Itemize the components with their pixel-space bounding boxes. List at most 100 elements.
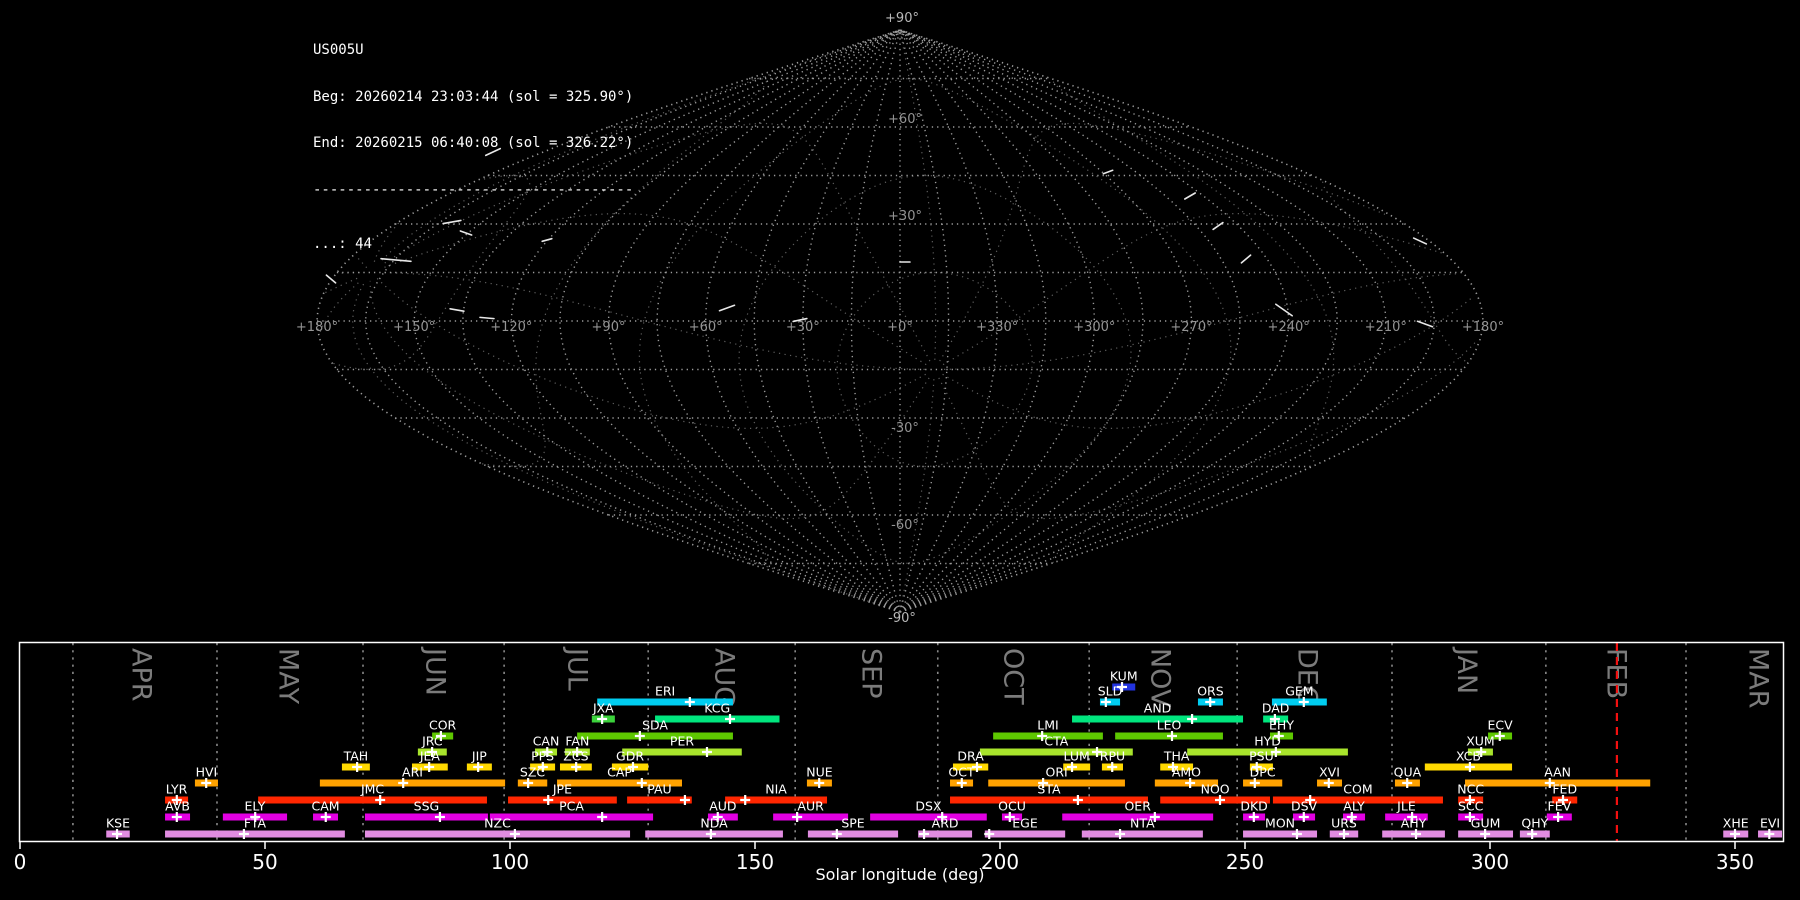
month-label: MAR: [1743, 648, 1774, 709]
shower-label-FEV: FEV: [1548, 799, 1572, 814]
longitude-label: +0°: [887, 320, 913, 335]
shower-label-JRC: JRC: [421, 734, 443, 749]
meteor-trail: [1103, 170, 1112, 173]
meridian-line: [754, 30, 900, 612]
shower-label-AAN: AAN: [1544, 765, 1571, 780]
shower-label-AND: AND: [1144, 701, 1172, 716]
shower-label-URS: URS: [1331, 816, 1357, 831]
shower-bar-DSX: [870, 814, 987, 821]
shower-bar-STA: [950, 797, 1148, 804]
shower-label-ERI: ERI: [655, 684, 675, 699]
shower-label-ELY: ELY: [245, 799, 266, 814]
month-label: SEP: [856, 648, 887, 698]
shower-bar-AUR: [773, 814, 848, 821]
x-axis-tick-label: 200: [981, 850, 1019, 874]
meteor-trail: [1276, 304, 1292, 315]
secondary-grid-line: [739, 176, 1131, 564]
shower-label-OER: OER: [1124, 799, 1151, 814]
shower-label-ECV: ECV: [1487, 718, 1513, 733]
meteor-trail: [480, 317, 494, 318]
shower-label-LUM: LUM: [1064, 749, 1090, 764]
shower-label-AMO: AMO: [1172, 765, 1201, 780]
month-label: JAN: [1451, 646, 1482, 694]
month-label: AUG: [709, 648, 740, 707]
shower-label-NUE: NUE: [806, 765, 832, 780]
meteor-trail: [1417, 321, 1432, 326]
shower-bar-ARI: [320, 780, 505, 787]
month-label: OCT: [998, 648, 1029, 705]
meteor-trail: [450, 309, 464, 311]
shower-label-DSV: DSV: [1291, 799, 1318, 814]
x-axis-tick-label: 300: [1471, 850, 1509, 874]
shower-label-SSG: SSG: [414, 799, 440, 814]
month-label: JUL: [562, 646, 593, 691]
shower-label-EHY: EHY: [1269, 718, 1294, 733]
longitude-label: +60°: [689, 320, 723, 335]
shower-label-ORS: ORS: [1197, 684, 1224, 699]
shower-label-COR: COR: [429, 718, 457, 733]
shower-label-HYD: HYD: [1254, 734, 1281, 749]
month-label: APR: [126, 648, 157, 702]
latitude-label: -60°: [891, 518, 919, 533]
secondary-grid-line: [376, 277, 926, 428]
longitude-label: +180°: [296, 320, 338, 335]
shower-bar-DPC: [1243, 780, 1282, 787]
shower-label-GEM: GEM: [1285, 684, 1313, 699]
shower-label-AHY: AHY: [1401, 816, 1427, 831]
shower-label-QHY: QHY: [1521, 816, 1548, 831]
secondary-grid-line: [381, 273, 925, 370]
shower-bar-JMC: [258, 797, 487, 804]
shower-bar-KCG: [655, 716, 779, 723]
meteor-trail: [1213, 223, 1223, 230]
meridian-line: [900, 30, 1192, 612]
latitude-label: -30°: [891, 421, 919, 436]
shower-bar-MON: [1243, 831, 1317, 838]
shower-label-GUM: GUM: [1471, 816, 1501, 831]
shower-bar-SDA: [577, 733, 733, 740]
shower-label-XVI: XVI: [1319, 765, 1340, 780]
shower-label-SDA: SDA: [642, 718, 668, 733]
longitude-label: +90°: [592, 320, 626, 335]
x-axis-tick-label: 250: [1226, 850, 1264, 874]
shower-label-ARD: ARD: [932, 816, 959, 831]
shower-label-DPC: DPC: [1250, 765, 1276, 780]
meteor-trail: [1241, 255, 1250, 263]
north-pole-label: +90°: [885, 11, 919, 26]
shower-bar-NTA: [1082, 831, 1203, 838]
x-axis-tick-label: 150: [736, 850, 774, 874]
shower-label-JPE: JPE: [552, 782, 572, 797]
shower-label-SPE: SPE: [841, 816, 864, 831]
meridian-line: [609, 30, 901, 612]
shower-bar-PCA: [490, 814, 653, 821]
shower-label-DSX: DSX: [915, 799, 942, 814]
shower-label-AUR: AUR: [797, 799, 824, 814]
longitude-label: +30°: [786, 320, 820, 335]
month-label: JUN: [420, 646, 451, 696]
shower-label-DKD: DKD: [1240, 799, 1267, 814]
shower-bar-FTA: [165, 831, 345, 838]
shower-label-DAD: DAD: [1262, 701, 1290, 716]
x-axis: 050100150200250300350Solar longitude (de…: [14, 842, 1754, 884]
shower-label-AVB: AVB: [165, 799, 190, 814]
sky-and-timeline-plot: +90°-90°+180°+150°+120°+90°+60°+30°+0°+3…: [0, 0, 1800, 900]
meteor-count: ...: 44: [313, 237, 633, 253]
shower-label-JMC: JMC: [360, 782, 384, 797]
shower-label-GDR: GDR: [616, 749, 644, 764]
shower-label-KSE: KSE: [106, 816, 130, 831]
x-axis-title: Solar longitude (deg): [816, 865, 985, 884]
shower-label-ZCS: ZCS: [563, 749, 588, 764]
shower-label-FTA: FTA: [244, 816, 267, 831]
shower-label-XUM: XUM: [1466, 734, 1495, 749]
longitude-label: +300°: [1073, 320, 1115, 335]
latitude-label: +30°: [888, 209, 922, 224]
latitude-label: +60°: [888, 112, 922, 127]
shower-label-THA: THA: [1163, 749, 1190, 764]
separator-line: --------------------------------------: [313, 183, 633, 199]
session-info: US005U Beg: 20260214 23:03:44 (sol = 325…: [313, 12, 633, 284]
shower-bar-SSG: [365, 814, 488, 821]
shower-label-NTA: NTA: [1130, 816, 1155, 831]
shower-label-KCG: KCG: [704, 701, 730, 716]
shower-label-LYR: LYR: [166, 782, 188, 797]
shower-label-FED: FED: [1552, 782, 1577, 797]
shower-label-QUA: QUA: [1394, 765, 1422, 780]
